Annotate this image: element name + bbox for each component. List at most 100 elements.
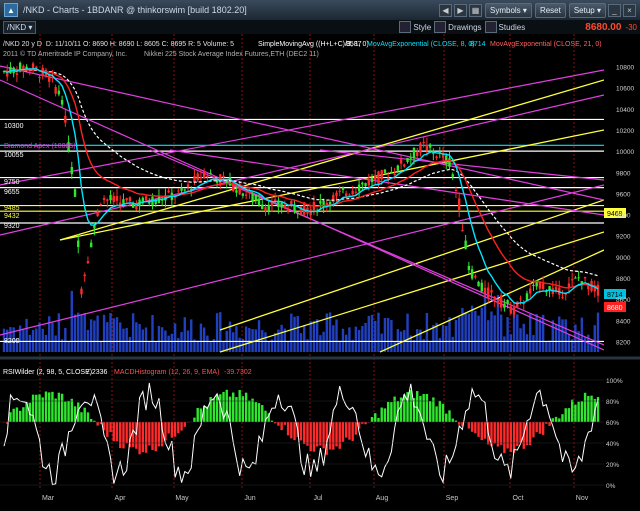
macd-bar: [241, 396, 245, 422]
macd-bar: [18, 410, 22, 422]
macd-bar: [312, 422, 316, 452]
volume-bar: [131, 313, 135, 352]
volume-bar: [125, 327, 128, 352]
candle-body: [519, 298, 522, 300]
volume-bar: [448, 317, 451, 352]
volume-bar: [503, 336, 506, 352]
volume-bar: [564, 319, 567, 352]
candle-body: [499, 295, 503, 308]
macd-bar: [477, 422, 480, 437]
volume-bar: [89, 319, 93, 352]
macd-bar: [438, 400, 442, 422]
osc-tick: 40%: [606, 441, 619, 448]
macd-bar: [348, 422, 351, 440]
level-9485-label: 9485: [4, 205, 20, 212]
candle-body: [516, 301, 519, 308]
candle-body: [364, 183, 367, 187]
macd-bar: [558, 418, 561, 422]
rsi-label: RSIWilder (2, 98, 5, CLOSE): [3, 369, 92, 376]
volume-bar: [516, 314, 519, 352]
candle-body: [177, 190, 180, 192]
macd-bar: [457, 422, 461, 425]
candle-body: [390, 171, 393, 173]
volume-bar: [141, 329, 145, 352]
candle-body: [461, 229, 464, 232]
study3-label: MovAvgExponential (CLOSE, 21, 0): [490, 41, 602, 48]
contract-name: Nikkei 225 Stock Average Index Futures,E…: [144, 51, 319, 58]
price-chart[interactable]: /NKD 20 y D D: 11/10/11 O: 8690 H: 8690 L…: [0, 0, 640, 511]
macd-bar: [96, 422, 99, 426]
macd-bar: [380, 407, 383, 422]
macd-bar: [51, 391, 54, 422]
volume-bar: [438, 337, 442, 352]
candle-body: [490, 290, 493, 293]
info-ohlc-values: D: 11/10/11 O: 8690 H: 8690 L: 8605 C: 8…: [46, 41, 234, 48]
candle-body: [267, 204, 270, 211]
candle-body: [357, 184, 361, 192]
macd-bar: [251, 398, 254, 422]
volume-bar: [499, 314, 503, 352]
candle-body: [86, 261, 90, 264]
macd-bar: [332, 422, 335, 450]
volume-bar: [286, 341, 290, 352]
level-9320-label: 9320: [4, 223, 20, 230]
candle-body: [38, 77, 41, 79]
macd-bar: [83, 407, 86, 422]
macd-bar: [580, 401, 584, 422]
volume-bar: [567, 334, 571, 352]
volume-bar: [309, 321, 312, 352]
macd-value: -39.7302: [224, 369, 252, 376]
macd-bar: [306, 422, 309, 446]
macd-bar: [80, 412, 83, 422]
study2-value: 8714: [470, 41, 486, 48]
volume-bar: [25, 318, 28, 352]
macd-bar: [506, 422, 509, 449]
macd-bar: [112, 422, 115, 442]
macd-bar: [567, 408, 571, 422]
candle-body: [125, 198, 128, 201]
volume-bar: [70, 290, 73, 352]
candle-body: [361, 182, 364, 185]
macd-bar: [290, 422, 293, 439]
macd-bar: [141, 422, 145, 453]
macd-bar: [22, 407, 25, 422]
volume-bar: [128, 336, 132, 352]
candle-body: [512, 307, 516, 315]
macd-bar: [374, 413, 377, 422]
volume-bar: [583, 337, 587, 352]
volume-bar: [232, 332, 235, 352]
price-tick: 10400: [616, 107, 634, 114]
volume-bar: [480, 307, 483, 352]
volume-bar: [348, 327, 351, 352]
volume-bar: [51, 322, 54, 352]
volume-bar: [529, 313, 532, 352]
volume-bar: [235, 326, 238, 352]
candle-body: [96, 211, 99, 217]
macd-bar: [344, 422, 348, 438]
macd-bar: [109, 422, 112, 433]
volume-bar: [109, 312, 112, 352]
macd-bar: [183, 422, 186, 427]
volume-bar: [425, 312, 429, 352]
volume-bar: [154, 341, 157, 352]
candle-body: [219, 174, 222, 184]
volume-bar: [541, 314, 545, 352]
osc-tick: 20%: [606, 462, 619, 469]
volume-bar: [183, 317, 186, 352]
macd-bar: [303, 422, 306, 445]
macd-bar: [499, 422, 503, 445]
price-tick: 10600: [616, 86, 634, 93]
macd-bar: [470, 422, 474, 432]
candle-body: [399, 159, 403, 164]
volume-bar: [257, 320, 261, 352]
macd-bar: [283, 422, 287, 425]
volume-bar: [64, 327, 67, 352]
candle-body: [448, 158, 451, 167]
candle-body: [496, 301, 500, 303]
macd-bar: [512, 422, 516, 453]
diamond-apex-label: Diamond Apex (10085): [4, 143, 76, 150]
candle-body: [212, 176, 216, 178]
volume-bar: [386, 317, 390, 352]
price-tick: 10800: [616, 65, 634, 72]
candle-body: [577, 277, 580, 279]
